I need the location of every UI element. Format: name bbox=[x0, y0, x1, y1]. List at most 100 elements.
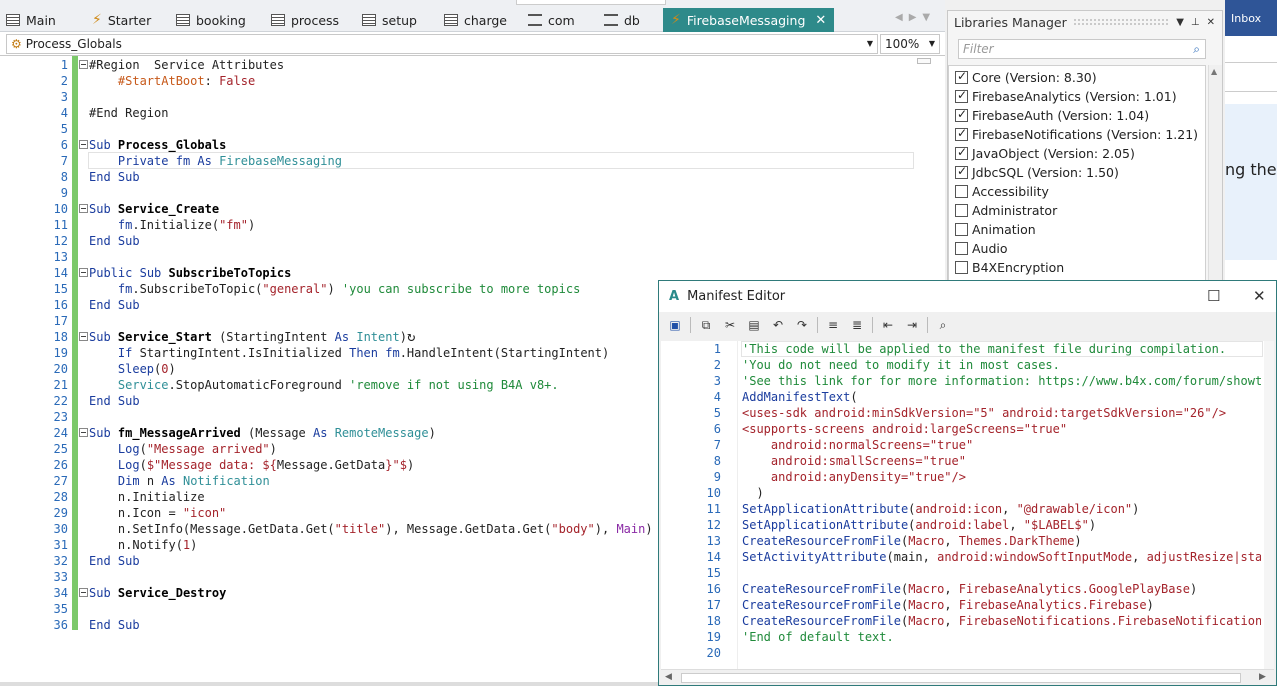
code-line[interactable]: 2 #StartAtBoot: False bbox=[0, 73, 920, 89]
fold-toggle-icon[interactable] bbox=[79, 140, 88, 149]
manifest-line[interactable]: 12 SetApplicationAttribute(android:label,… bbox=[661, 517, 1261, 533]
library-item[interactable]: Audio bbox=[955, 239, 1008, 258]
tab-scroll-arrows[interactable]: ◀▶▼ bbox=[895, 12, 936, 23]
library-filter-input[interactable]: Filter ⌕ bbox=[958, 39, 1206, 59]
library-item[interactable]: FirebaseNotifications (Version: 1.21) bbox=[955, 125, 1198, 144]
module-selector[interactable]: ⚙ Process_Globals ▼ bbox=[6, 34, 878, 54]
manifest-line[interactable]: 14 SetActivityAttribute(main, android:win… bbox=[661, 549, 1261, 565]
indent-icon[interactable]: ⇥ bbox=[902, 316, 922, 334]
manifest-line[interactable]: 4 AddManifestText( bbox=[661, 389, 1261, 405]
code-line[interactable]: 5 bbox=[0, 121, 920, 137]
code-line[interactable]: 8 End Sub bbox=[0, 169, 920, 185]
manifest-line[interactable]: 11 SetApplicationAttribute(android:icon, … bbox=[661, 501, 1261, 517]
search-icon[interactable]: ⌕ bbox=[933, 316, 953, 334]
fold-toggle-icon[interactable] bbox=[79, 204, 88, 213]
tab-starter[interactable]: ⚡ Starter bbox=[92, 8, 151, 32]
library-checkbox[interactable] bbox=[955, 69, 968, 84]
scroll-right-icon[interactable]: ▶ bbox=[1259, 672, 1266, 682]
library-checkbox[interactable] bbox=[955, 185, 968, 198]
manifest-line[interactable]: 3 'See this link for for more information… bbox=[661, 373, 1261, 389]
code-line[interactable]: 9 bbox=[0, 185, 920, 201]
code-line[interactable]: 12 End Sub bbox=[0, 233, 920, 249]
zoom-selector[interactable]: 100% ▼ bbox=[880, 34, 940, 54]
library-checkbox[interactable] bbox=[955, 164, 968, 179]
library-checkbox[interactable] bbox=[955, 204, 968, 217]
library-checkbox[interactable] bbox=[955, 242, 968, 255]
code-line[interactable]: 11 fm.Initialize("fm") bbox=[0, 217, 920, 233]
manifest-line[interactable]: 16 CreateResourceFromFile(Macro, Firebase… bbox=[661, 581, 1261, 597]
panel-menu-icon[interactable]: ▼ bbox=[1176, 17, 1184, 28]
library-checkbox[interactable] bbox=[955, 88, 968, 103]
tab-setup[interactable]: setup bbox=[362, 8, 417, 32]
manifest-line[interactable]: 6 <supports-screens android:largeScreens=… bbox=[661, 421, 1261, 437]
manifest-line[interactable]: 15 bbox=[661, 565, 1261, 581]
manifest-line[interactable]: 19 'End of default text. bbox=[661, 629, 1261, 645]
manifest-line[interactable]: 1 'This code will be applied to the manif… bbox=[661, 341, 1261, 357]
library-item[interactable]: Core (Version: 8.30) bbox=[955, 68, 1097, 87]
library-checkbox[interactable] bbox=[955, 223, 968, 236]
manifest-line[interactable]: 8 android:smallScreens="true" bbox=[661, 453, 1261, 469]
maximize-icon[interactable]: ☐ bbox=[1207, 287, 1220, 305]
library-checkbox[interactable] bbox=[955, 107, 968, 122]
fold-toggle-icon[interactable] bbox=[79, 60, 88, 69]
tab-process[interactable]: process bbox=[271, 8, 339, 32]
manifest-line[interactable]: 9 android:anyDensity="true"/> bbox=[661, 469, 1261, 485]
manifest-line[interactable]: 10 ) bbox=[661, 485, 1261, 501]
library-item[interactable]: Accessibility bbox=[955, 182, 1049, 201]
horizontal-scrollbar[interactable]: ◀ ▶ bbox=[661, 669, 1274, 685]
panel-grip[interactable] bbox=[1072, 18, 1171, 26]
fold-toggle-icon[interactable] bbox=[79, 588, 88, 597]
library-item[interactable]: Animation bbox=[955, 220, 1036, 239]
fold-toggle-icon[interactable] bbox=[79, 332, 88, 341]
paste-icon[interactable]: ▤ bbox=[744, 316, 764, 334]
redo-icon[interactable]: ↷ bbox=[792, 316, 812, 334]
manifest-line[interactable]: 13 CreateResourceFromFile(Macro, Themes.D… bbox=[661, 533, 1261, 549]
search-icon[interactable]: ⌕ bbox=[1193, 42, 1200, 57]
library-checkbox[interactable] bbox=[955, 126, 968, 141]
fold-toggle-icon[interactable] bbox=[79, 268, 88, 277]
library-item[interactable]: B4XEncryption bbox=[955, 258, 1064, 277]
library-item[interactable]: Administrator bbox=[955, 201, 1057, 220]
tab-db[interactable]: db bbox=[604, 8, 640, 32]
manifest-line[interactable]: 7 android:normalScreens="true" bbox=[661, 437, 1261, 453]
library-item[interactable]: FirebaseAuth (Version: 1.04) bbox=[955, 106, 1149, 125]
save-icon[interactable]: ▣ bbox=[665, 316, 685, 334]
outdent-icon[interactable]: ⇤ bbox=[878, 316, 898, 334]
fold-toggle-icon[interactable] bbox=[79, 428, 88, 437]
vertical-scrollbar[interactable] bbox=[1264, 341, 1274, 669]
code-line[interactable]: 13 bbox=[0, 249, 920, 265]
scroll-up-icon[interactable]: ▲ bbox=[1211, 67, 1217, 76]
code-line[interactable]: 14 Public Sub SubscribeToTopics bbox=[0, 265, 920, 281]
manifest-line[interactable]: 5 <uses-sdk android:minSdkVersion="5" and… bbox=[661, 405, 1261, 421]
tab-com[interactable]: com bbox=[528, 8, 575, 32]
library-item[interactable]: JavaObject (Version: 2.05) bbox=[955, 144, 1135, 163]
code-line[interactable]: 4 #End Region bbox=[0, 105, 920, 121]
cut-icon[interactable]: ✂ bbox=[720, 316, 740, 334]
manifest-line[interactable]: 17 CreateResourceFromFile(Macro, Firebase… bbox=[661, 597, 1261, 613]
manifest-line[interactable]: 2 'You do not need to modify it in most c… bbox=[661, 357, 1261, 373]
library-item[interactable]: FirebaseAnalytics (Version: 1.01) bbox=[955, 87, 1177, 106]
close-icon[interactable]: ✕ bbox=[1253, 287, 1266, 305]
code-line[interactable]: 1 #Region Service Attributes bbox=[0, 57, 920, 73]
uncomment-icon[interactable]: ≣ bbox=[847, 316, 867, 334]
pin-icon[interactable]: ⊥ bbox=[1191, 17, 1200, 28]
manifest-code-editor[interactable]: 1 'This code will be applied to the manif… bbox=[661, 341, 1274, 685]
inbox-tab[interactable]: Inbox bbox=[1225, 0, 1277, 36]
close-icon[interactable]: ✕ bbox=[1207, 17, 1215, 28]
copy-icon[interactable]: ⧉ bbox=[696, 316, 716, 334]
manifest-line[interactable]: 18 CreateResourceFromFile(Macro, Firebase… bbox=[661, 613, 1261, 629]
code-line[interactable]: 3 bbox=[0, 89, 920, 105]
library-item[interactable]: JdbcSQL (Version: 1.50) bbox=[955, 163, 1119, 182]
scrollbar-thumb[interactable] bbox=[681, 673, 1241, 683]
code-line[interactable]: 6 Sub Process_Globals bbox=[0, 137, 920, 153]
close-icon[interactable]: ✕ bbox=[815, 13, 826, 28]
code-line[interactable]: 10 Sub Service_Create bbox=[0, 201, 920, 217]
library-checkbox[interactable] bbox=[955, 145, 968, 160]
library-list-scrollbar[interactable]: ▲ bbox=[1208, 65, 1222, 311]
undo-icon[interactable]: ↶ bbox=[768, 316, 788, 334]
tab-main[interactable]: Main bbox=[6, 8, 56, 32]
manifest-line[interactable]: 20 bbox=[661, 645, 1261, 661]
tab-booking[interactable]: booking bbox=[176, 8, 246, 32]
horizontal-scrollbar[interactable] bbox=[0, 682, 660, 686]
library-checkbox[interactable] bbox=[955, 261, 968, 274]
